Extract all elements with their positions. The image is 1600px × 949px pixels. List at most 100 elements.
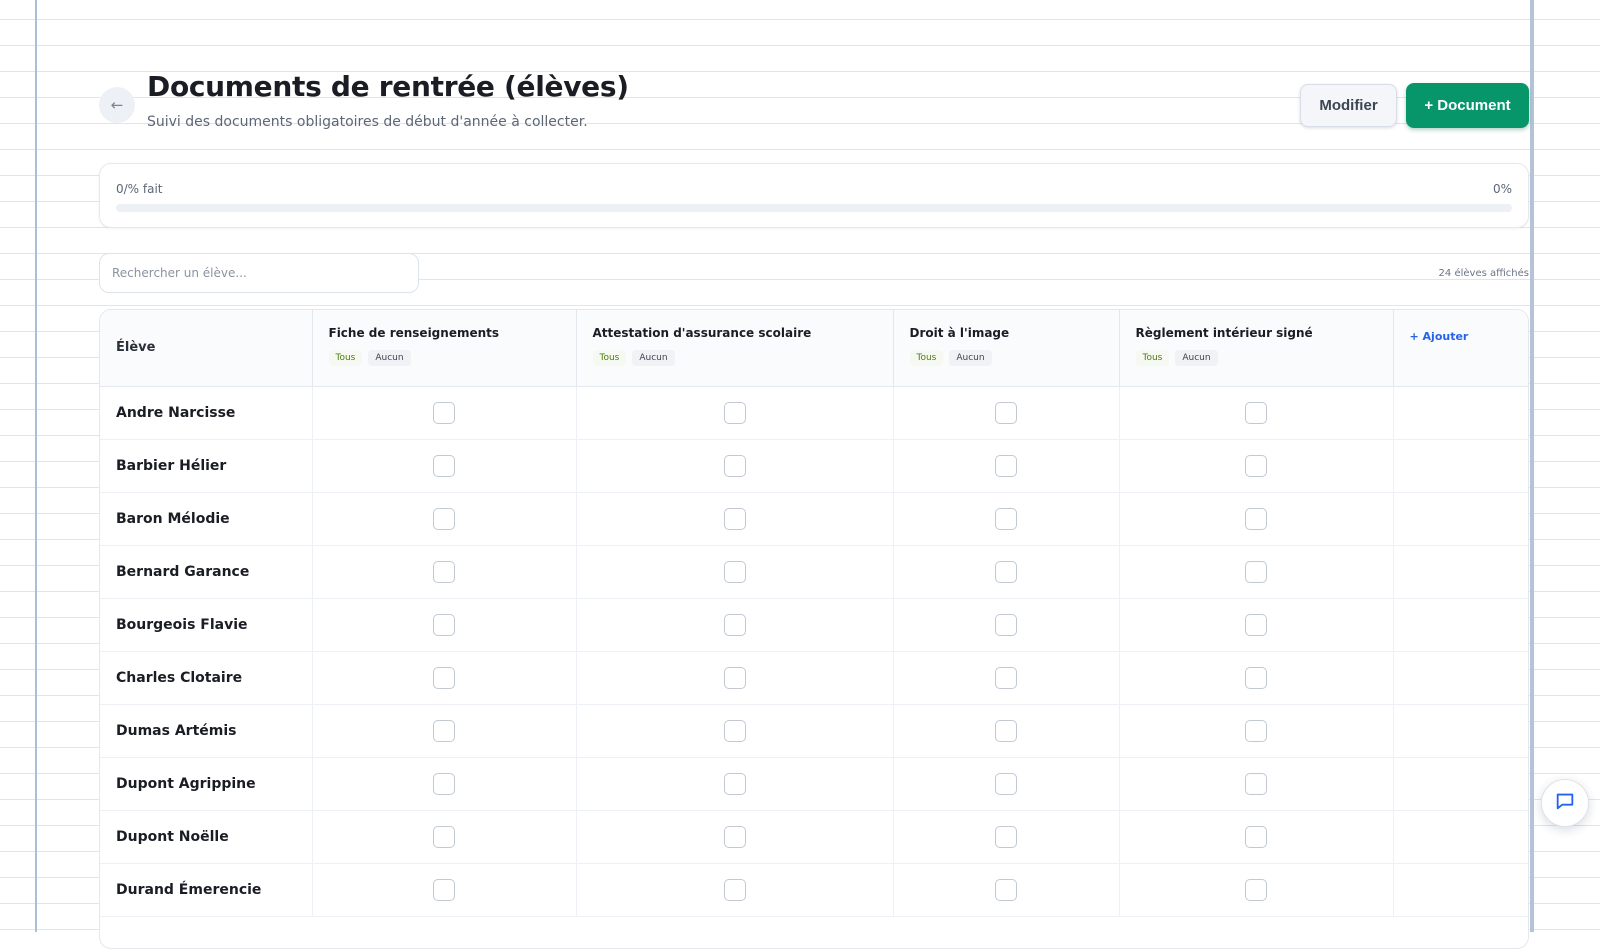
document-checkbox[interactable] (995, 878, 1017, 901)
student-name: Baron Mélodie (100, 492, 313, 546)
document-check-cell (893, 492, 1120, 546)
document-checkbox[interactable] (433, 666, 455, 689)
document-check-cell (312, 386, 577, 440)
add-document-button[interactable]: + Document (1406, 83, 1529, 128)
progress-label: 0/% fait (116, 182, 163, 196)
search-input[interactable] (99, 253, 419, 293)
document-check-cell (1119, 810, 1394, 864)
document-checkbox[interactable] (723, 560, 746, 583)
select-none-button[interactable]: Aucun (632, 350, 675, 366)
document-checkbox[interactable] (995, 454, 1017, 477)
document-checkbox[interactable] (433, 507, 455, 530)
document-check-cell (893, 545, 1120, 599)
document-checkbox[interactable] (433, 719, 455, 742)
document-check-cell (576, 757, 894, 811)
document-checkbox[interactable] (723, 401, 746, 424)
document-checkbox[interactable] (1245, 825, 1267, 848)
select-none-button[interactable]: Aucun (1175, 350, 1218, 366)
document-checkbox[interactable] (723, 878, 746, 901)
document-checkbox[interactable] (723, 772, 746, 795)
document-checkbox[interactable] (433, 454, 455, 477)
document-checkbox[interactable] (1245, 560, 1267, 583)
document-check-cell (312, 704, 577, 758)
document-checkbox[interactable] (723, 454, 746, 477)
document-checkbox[interactable] (1245, 772, 1267, 795)
empty-cell (1393, 757, 1528, 811)
table-row: Andre Narcisse (100, 386, 1528, 440)
document-checkbox[interactable] (433, 878, 455, 901)
page-subtitle: Suivi des documents obligatoires de débu… (147, 114, 588, 130)
document-checkbox[interactable] (723, 825, 746, 848)
arrow-left-icon: ← (110, 96, 124, 114)
add-column-header: + Ajouter (1393, 310, 1528, 387)
table-row: Dumas Artémis (100, 704, 1528, 758)
document-checkbox[interactable] (1245, 719, 1267, 742)
document-checkbox[interactable] (1245, 507, 1267, 530)
document-check-cell (576, 492, 894, 546)
document-checkbox[interactable] (1245, 666, 1267, 689)
document-check-cell (1119, 492, 1394, 546)
document-check-cell (312, 651, 577, 705)
document-check-cell (1119, 863, 1394, 917)
document-checkbox[interactable] (995, 666, 1017, 689)
document-checkbox[interactable] (1245, 454, 1267, 477)
document-check-cell (893, 704, 1120, 758)
document-check-cell (312, 545, 577, 599)
document-check-cell (1119, 704, 1394, 758)
empty-cell (1393, 810, 1528, 864)
document-checkbox[interactable] (723, 719, 746, 742)
document-check-cell (893, 439, 1120, 493)
document-check-cell (893, 863, 1120, 917)
student-name: Dupont Noëlle (100, 810, 313, 864)
select-all-button[interactable]: Tous (1135, 350, 1170, 366)
add-document-column-link[interactable]: + Ajouter (1410, 330, 1515, 343)
document-check-cell (1119, 386, 1394, 440)
document-check-cell (576, 545, 894, 599)
student-name: Dumas Artémis (100, 704, 313, 758)
document-checkbox[interactable] (433, 401, 455, 424)
select-none-button[interactable]: Aucun (368, 350, 411, 366)
document-check-cell (312, 757, 577, 811)
document-check-cell (576, 386, 894, 440)
modify-button[interactable]: Modifier (1300, 84, 1397, 127)
select-all-button[interactable]: Tous (328, 350, 363, 366)
back-button[interactable]: ← (99, 87, 135, 123)
document-checkbox[interactable] (723, 613, 746, 636)
document-checkbox[interactable] (995, 560, 1017, 583)
document-checkbox[interactable] (433, 825, 455, 848)
document-check-cell (312, 439, 577, 493)
document-checkbox[interactable] (995, 401, 1017, 424)
document-checkbox[interactable] (433, 613, 455, 636)
doc-column-title: Fiche de renseignements (328, 326, 500, 340)
document-checkbox[interactable] (723, 507, 746, 530)
doc-column-header: Fiche de renseignements Tous Aucun (312, 310, 577, 387)
empty-cell (1393, 545, 1528, 599)
document-checkbox[interactable] (1245, 613, 1267, 636)
select-all-button[interactable]: Tous (909, 350, 944, 366)
document-checkbox[interactable] (995, 719, 1017, 742)
document-checkbox[interactable] (723, 666, 746, 689)
doc-column-header: Règlement intérieur signé Tous Aucun (1119, 310, 1394, 387)
document-check-cell (576, 598, 894, 652)
doc-column-header: Droit à l'image Tous Aucun (893, 310, 1120, 387)
doc-column-actions: Tous Aucun (1135, 350, 1377, 366)
table-row: Dupont Noëlle (100, 810, 1528, 864)
progress-percent: 0% (1492, 182, 1512, 196)
student-name: Bourgeois Flavie (100, 598, 313, 652)
document-checkbox[interactable] (433, 772, 455, 795)
table-row: Bourgeois Flavie (100, 598, 1528, 652)
chat-bubble-icon (1554, 790, 1576, 816)
document-checkbox[interactable] (995, 825, 1017, 848)
document-checkbox[interactable] (1245, 401, 1267, 424)
document-checkbox[interactable] (433, 560, 455, 583)
document-checkbox[interactable] (1245, 878, 1267, 901)
document-checkbox[interactable] (995, 613, 1017, 636)
document-checkbox[interactable] (995, 507, 1017, 530)
documents-table: Élève Fiche de renseignements Tous Aucun… (100, 310, 1528, 917)
doc-column-actions: Tous Aucun (328, 350, 560, 366)
select-none-button[interactable]: Aucun (949, 350, 992, 366)
document-check-cell (893, 651, 1120, 705)
select-all-button[interactable]: Tous (592, 350, 627, 366)
chat-button[interactable] (1541, 779, 1589, 827)
document-checkbox[interactable] (995, 772, 1017, 795)
